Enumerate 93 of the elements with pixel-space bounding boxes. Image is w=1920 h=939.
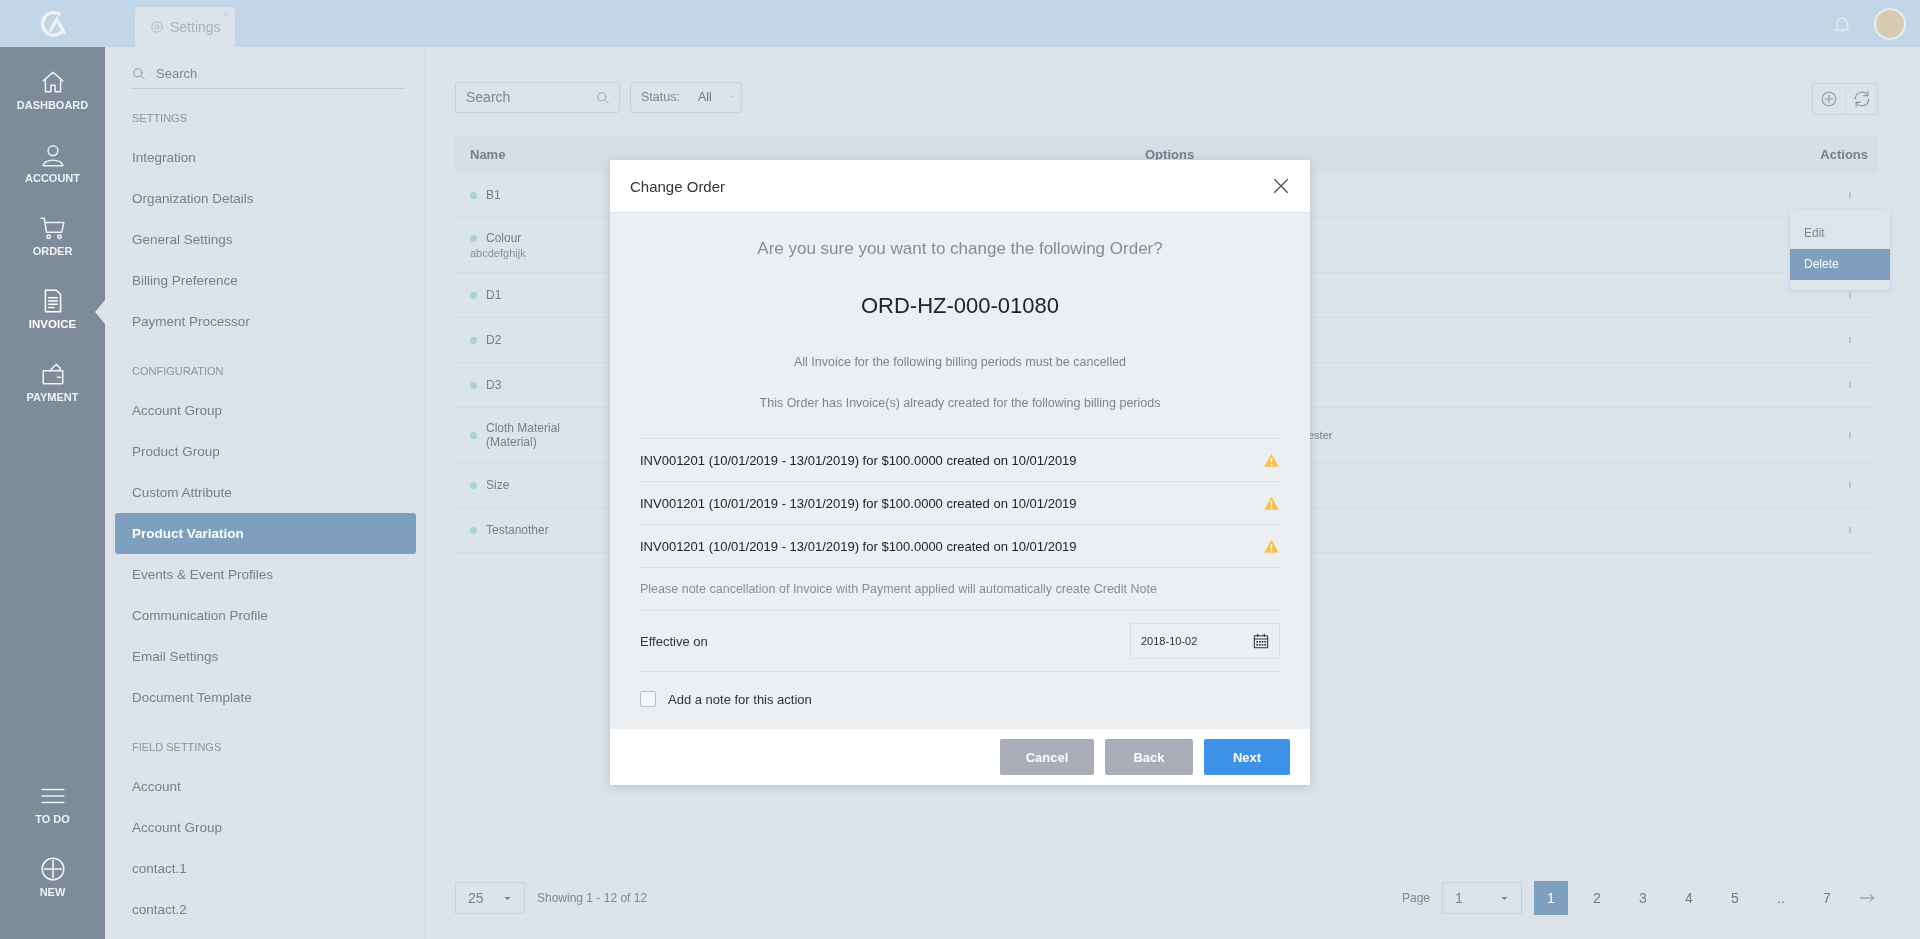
row-name: Cloth Material (Material) (486, 421, 562, 449)
status-dot (470, 234, 477, 242)
status-dot (470, 336, 477, 344)
settings-nav-item[interactable]: Billing Preference (115, 260, 416, 301)
dialog-button[interactable]: Cancel (1000, 739, 1094, 775)
wallet-icon (39, 361, 66, 387)
page-link[interactable]: .. (1764, 881, 1798, 915)
invoice-line: INV001201 (10/01/2019 - 13/01/2019) for $100.0000 created on 10/01/2019 (640, 538, 1077, 554)
rail-item[interactable]: DASHBOARD (0, 69, 105, 142)
row-subtitle: abcdefghijk (470, 247, 526, 259)
warning-icon (1263, 452, 1280, 468)
row-name: Colour (486, 231, 523, 245)
menu-item[interactable]: Delete (1790, 249, 1890, 280)
dialog-question: Are you sure you want to change the following Order? (756, 239, 1164, 259)
notice-text: All Invoice for the following billing periods must be cancelled (792, 355, 1128, 369)
invoice-line: INV001201 (10/01/2019 - 13/01/2019) for $100.0000 created on 10/01/2019 (640, 452, 1077, 468)
page-label: Page (1401, 891, 1430, 905)
checkbox[interactable] (640, 691, 656, 707)
dialog-button[interactable]: Back (1105, 739, 1193, 775)
status-dropdown[interactable]: Status: All (630, 81, 742, 113)
settings-nav-item[interactable]: Events & Event Profiles (115, 554, 416, 595)
status-dot (470, 526, 477, 534)
page-size-dropdown[interactable]: 25 (455, 882, 525, 914)
settings-nav-item[interactable]: Integration (115, 137, 416, 178)
settings-nav-item[interactable]: Document Template (115, 677, 416, 718)
status-dot (470, 381, 477, 389)
order-number: ORD-HZ-000-01080 (859, 293, 1061, 319)
page-link[interactable]: 4 (1672, 881, 1706, 915)
avatar[interactable] (1874, 7, 1906, 40)
settings-nav-item[interactable]: Payment Processor (115, 301, 416, 342)
rail-item[interactable]: TO DO (0, 783, 105, 856)
section-heading: FIELD SETTINGS (131, 740, 223, 755)
close-button[interactable] (1272, 177, 1290, 195)
search-field[interactable]: Search (132, 59, 404, 89)
gear-icon (150, 20, 164, 34)
section-heading: SETTINGS (131, 111, 188, 126)
rail-item[interactable]: ORDER (0, 215, 105, 288)
search-icon (132, 67, 146, 81)
invoice-line: INV001201 (10/01/2019 - 13/01/2019) for $100.0000 created on 10/01/2019 (640, 495, 1077, 511)
footnote-text: Please note cancellation of Invoice with Payment applied will automatically create Credit Note (640, 568, 1280, 611)
search-icon (596, 90, 610, 105)
rail-item[interactable]: PAYMENT (0, 361, 105, 434)
settings-nav-item[interactable]: Organization Details (115, 178, 416, 219)
row-name: Testanother (486, 523, 550, 537)
menu-item[interactable]: Edit (1790, 218, 1890, 249)
column-header: Actions (1819, 147, 1869, 162)
page-link[interactable]: 2 (1580, 881, 1614, 915)
settings-nav-item[interactable]: Product Group (115, 431, 416, 472)
row-name: D1 (486, 288, 503, 302)
status-dot (470, 481, 477, 489)
close-icon (221, 10, 230, 19)
search-field[interactable]: Search (455, 81, 620, 113)
warning-icon (1263, 495, 1280, 511)
date-field[interactable]: 2018-10-02 (1130, 623, 1280, 659)
checkbox-label: Add a note for this action (668, 691, 812, 707)
row-name: D2 (486, 333, 503, 347)
settings-nav-item[interactable]: Account Group (115, 390, 416, 431)
page-link[interactable]: 3 (1626, 881, 1660, 915)
page-link[interactable]: 7 (1810, 881, 1844, 915)
plus-circle-icon (1820, 90, 1838, 108)
cart-icon (39, 215, 66, 241)
rail-item[interactable]: ACCOUNT (0, 142, 105, 215)
settings-nav-item[interactable]: Account (115, 766, 416, 807)
next-button[interactable]: Next (1204, 739, 1290, 775)
field-label: Effective on (640, 633, 708, 649)
row-name: D3 (486, 378, 503, 392)
results-summary: Showing 1 - 12 of 12 (537, 891, 648, 905)
row-name: Size (486, 478, 511, 492)
warning-icon (1263, 538, 1280, 554)
close-icon (1272, 177, 1290, 195)
settings-nav-item[interactable]: Email Settings (115, 636, 416, 677)
column-header: Options (1145, 147, 1196, 162)
row-name: B1 (486, 188, 502, 202)
settings-nav-item[interactable]: Communication Profile (115, 595, 416, 636)
page-link[interactable]: 5 (1718, 881, 1752, 915)
settings-nav-item[interactable]: Account Group (115, 807, 416, 848)
settings-nav-item[interactable]: Custom Attribute (115, 472, 416, 513)
page-dropdown[interactable]: 1 (1442, 882, 1522, 914)
notice-text: This Order has Invoice(s) already created for the following billing periods (758, 396, 1162, 410)
status-dot (470, 291, 477, 299)
dialog-title: Change Order (630, 177, 726, 195)
status-dot (470, 191, 477, 199)
settings-nav-item[interactable]: contact.1 (115, 848, 416, 889)
rail-item[interactable]: NEW (0, 856, 105, 929)
settings-nav-item[interactable]: General Settings (115, 219, 416, 260)
section-heading: CONFIGURATION (131, 364, 225, 379)
column-header: Name (469, 147, 507, 162)
status-dot (470, 431, 477, 439)
settings-nav-item[interactable]: contact.2 (115, 889, 416, 930)
calendar-icon (1253, 633, 1269, 649)
plus-circle-icon (39, 856, 66, 882)
page-link[interactable]: 1 (1534, 881, 1568, 915)
settings-nav-item[interactable]: Product Variation (115, 513, 416, 554)
